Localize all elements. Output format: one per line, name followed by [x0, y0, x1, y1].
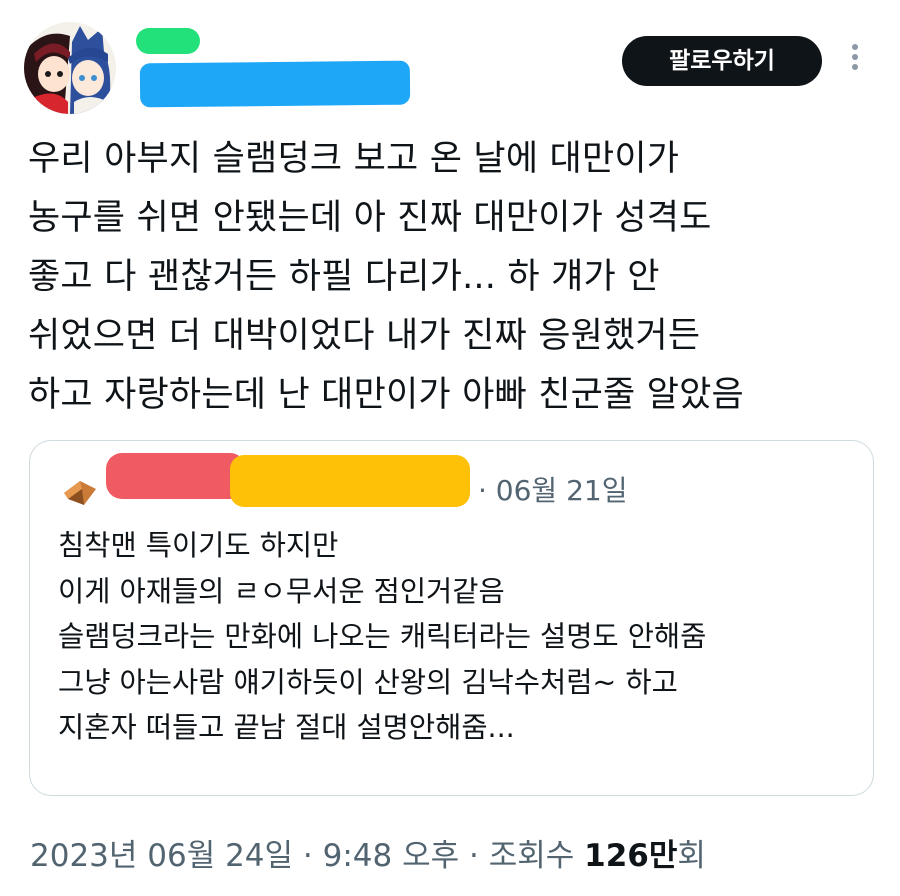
quoted-tweet-text: 침착맨 특이기도 하지만 이게 아재들의 ㄹㅇ무서운 점인거같음 슬램덩크라는 …: [58, 523, 706, 751]
tweet-line: 하고 자랑하는데 난 대만이가 아빠 친군줄 알았음: [28, 375, 744, 415]
tweet-text: 우리 아부지 슬램덩크 보고 온 날에 대만이가 농구를 쉬면 안됐는데 아 진…: [28, 130, 878, 425]
post-date[interactable]: 2023년 06월 24일: [30, 838, 293, 874]
quoted-tweet-card[interactable]: · 06월 21일 침착맨 특이기도 하지만 이게 아재들의 ㄹㅇ무서운 점인거…: [29, 440, 874, 796]
quoted-avatar-icon: [60, 471, 100, 511]
tweet-line: 좋고 다 괜찮거든 하필 다리가... 하 걔가 안: [28, 257, 660, 297]
username-redaction: [139, 60, 411, 108]
tweet-line: 쉬었으면 더 대박이었다 내가 진짜 응원했거든: [28, 316, 701, 356]
quoted-line: 이게 아재들의 ㄹㅇ무서운 점인거같음: [58, 574, 505, 608]
separator-dot: ·: [293, 838, 323, 874]
follow-button[interactable]: 팔로우하기: [622, 36, 822, 86]
tweet-line: 농구를 쉬면 안됐는데 아 진짜 대만이가 성격도: [28, 198, 712, 238]
profile-avatar[interactable]: [24, 22, 116, 114]
more-options-icon[interactable]: [848, 44, 862, 78]
quoted-line: 침착맨 특이기도 하지만: [58, 529, 339, 562]
display-name-redaction: [136, 28, 200, 54]
quoted-username-redaction: [230, 455, 470, 507]
tweet-meta: 2023년 06월 24일 · 9:48 오후 · 조회수 126만회: [30, 830, 706, 875]
quoted-line: 그냥 아는사람 얘기하듯이 산왕의 김낙수처럼~ 하고: [58, 665, 678, 699]
post-time[interactable]: 9:48 오후: [323, 838, 460, 874]
views-label: 조회수: [488, 838, 585, 874]
views-unit: 만: [648, 838, 678, 874]
quoted-tweet-date[interactable]: · 06월 21일: [478, 469, 627, 509]
views-suffix: 회: [677, 838, 706, 874]
separator-dot: ·: [459, 838, 489, 874]
avatar-illustration: [24, 22, 116, 114]
quoted-name-redaction: [106, 453, 246, 499]
tweet-line: 우리 아부지 슬램덩크 보고 온 날에 대만이가: [28, 139, 680, 179]
quoted-line: 지혼자 떠들고 끝남 절대 설명안해줌...: [58, 711, 515, 744]
quoted-line: 슬램덩크라는 만화에 나오는 캐릭터라는 설명도 안해줌: [58, 620, 707, 653]
views-count: 126: [584, 838, 649, 874]
